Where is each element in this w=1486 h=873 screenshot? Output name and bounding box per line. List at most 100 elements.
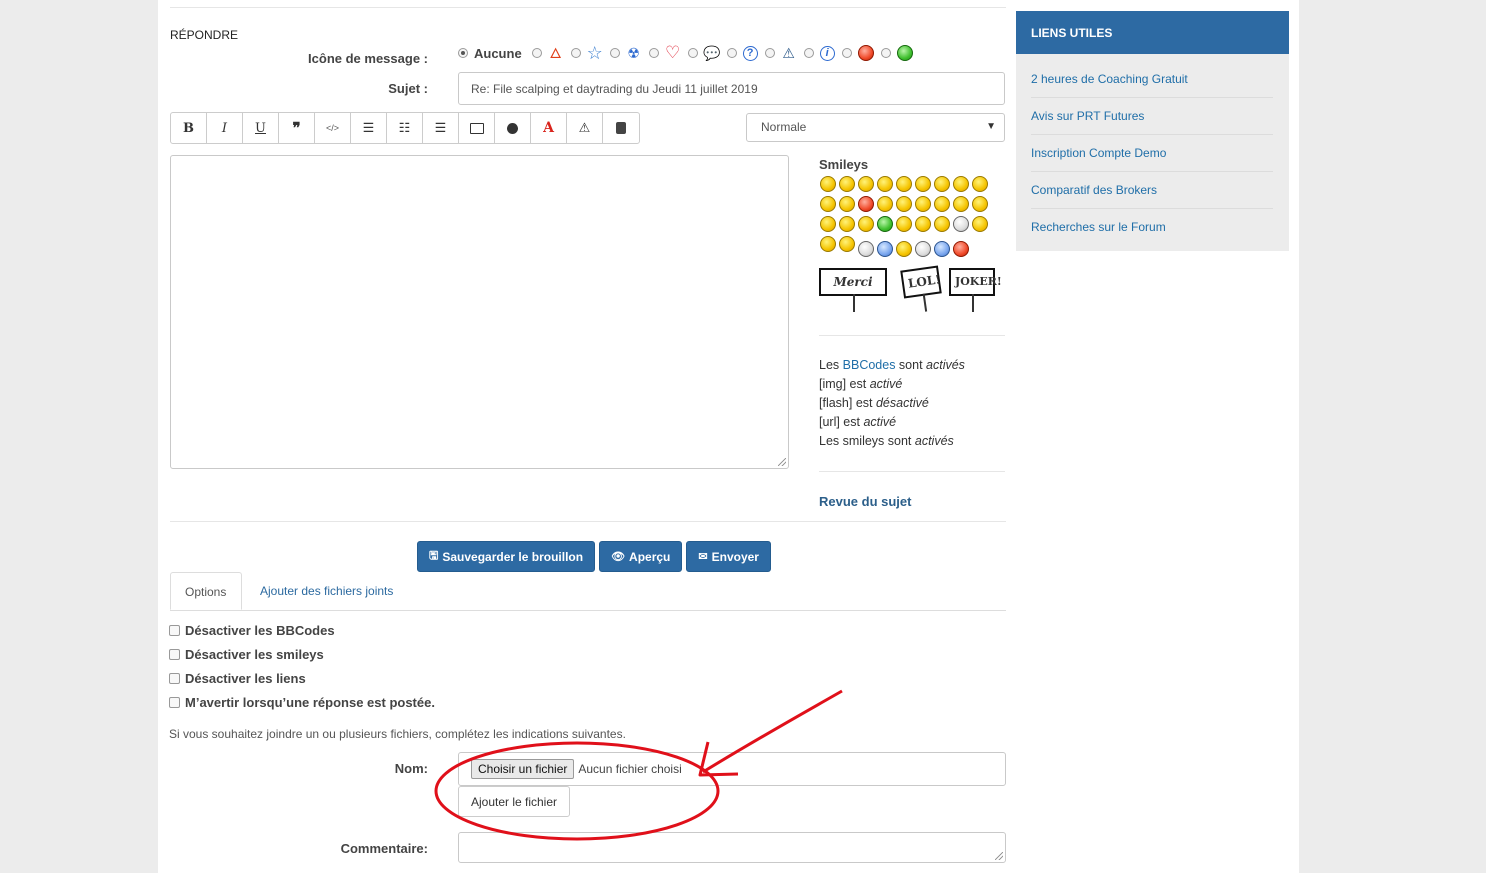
- smiley-icon[interactable]: [876, 241, 893, 257]
- warning-icon: ⚠: [782, 45, 795, 61]
- option-disable-bbcode[interactable]: Désactiver les BBCodes: [169, 623, 335, 638]
- code-button[interactable]: </>: [315, 113, 351, 143]
- file-input[interactable]: Choisir un fichier Aucun fichier choisi: [458, 752, 1006, 786]
- smiley-icon[interactable]: [819, 196, 836, 212]
- option-disable-smileys[interactable]: Désactiver les smileys: [169, 647, 324, 662]
- smiley-icon[interactable]: [838, 176, 855, 192]
- tab-options[interactable]: Options: [170, 572, 242, 610]
- bullet-list-button[interactable]: ☷: [387, 113, 423, 143]
- resize-grip-icon[interactable]: [778, 458, 786, 466]
- icon-radio-shocked[interactable]: [841, 48, 852, 58]
- url-status-text: [url] est: [819, 415, 864, 429]
- send-button[interactable]: ✉ Envoyer: [686, 541, 771, 572]
- image-button[interactable]: [459, 113, 495, 143]
- preview-button[interactable]: 👁 Aperçu: [599, 541, 683, 572]
- smiley-icon[interactable]: [914, 176, 931, 192]
- smiley-icon[interactable]: [933, 196, 950, 212]
- sidebar-link-brokers[interactable]: Comparatif des Brokers: [1031, 183, 1273, 209]
- underline-button[interactable]: U: [243, 113, 279, 143]
- icon-radio-info[interactable]: [803, 48, 814, 58]
- sign-lol[interactable]: LOL!: [900, 265, 942, 299]
- smiley-icon[interactable]: [895, 216, 912, 232]
- bbcode-status: Les BBCodes sont activés [img] est activ…: [819, 356, 965, 451]
- icon-radio-radioactive[interactable]: [609, 48, 620, 58]
- smiley-icon[interactable]: [876, 216, 893, 232]
- list-button[interactable]: ☰: [351, 113, 387, 143]
- smiley-icon[interactable]: [895, 241, 912, 257]
- smiley-icon[interactable]: [876, 176, 893, 192]
- icon-radio-speech[interactable]: [687, 48, 698, 58]
- smiley-icon[interactable]: [933, 216, 950, 232]
- checkbox[interactable]: [169, 673, 180, 684]
- choose-file-button[interactable]: Choisir un fichier: [471, 759, 575, 779]
- bbcodes-link[interactable]: BBCodes: [843, 358, 896, 372]
- icon-radio-question[interactable]: [726, 48, 737, 58]
- smiley-icon[interactable]: [876, 196, 893, 212]
- quote-button[interactable]: ❞: [279, 113, 315, 143]
- smiley-icon[interactable]: [914, 241, 931, 257]
- smiley-icon[interactable]: [857, 176, 874, 192]
- add-file-button[interactable]: Ajouter le fichier: [458, 786, 570, 817]
- checkbox[interactable]: [169, 625, 180, 636]
- sidebar-link-forum-search[interactable]: Recherches sur le Forum: [1031, 220, 1273, 245]
- smiley-icon[interactable]: [819, 216, 836, 232]
- message-icon-picker: Aucune 🜂 ☆ ☢ ♡ 💬 ? ⚠ i: [458, 43, 920, 63]
- checkbox[interactable]: [169, 697, 180, 708]
- smiley-icon[interactable]: [933, 176, 950, 192]
- smiley-icon[interactable]: [838, 216, 855, 232]
- font-size-select[interactable]: Normale ▼: [746, 113, 1005, 142]
- smiley-icon[interactable]: [952, 176, 969, 192]
- icon-radio-warning[interactable]: [764, 48, 775, 58]
- url-button[interactable]: [495, 113, 531, 143]
- comment-textarea[interactable]: [458, 832, 1006, 863]
- heart-icon: ♡: [665, 43, 681, 62]
- smiley-icon[interactable]: [952, 216, 969, 232]
- smiley-icon[interactable]: [895, 176, 912, 192]
- smiley-icon[interactable]: [857, 216, 874, 232]
- icon-radio-star[interactable]: [570, 48, 581, 58]
- icon-radio-fire[interactable]: [531, 48, 542, 58]
- smiley-icon[interactable]: [819, 176, 836, 192]
- resize-grip-icon[interactable]: [995, 852, 1003, 860]
- smiley-icon[interactable]: [933, 241, 950, 257]
- checkbox[interactable]: [169, 649, 180, 660]
- smiley-icon[interactable]: [914, 216, 931, 232]
- message-textarea[interactable]: [170, 155, 789, 469]
- sign-merci[interactable]: Merci: [819, 268, 887, 312]
- smiley-icon[interactable]: [914, 196, 931, 212]
- smiley-icon[interactable]: [838, 196, 855, 212]
- comment-label: Commentaire:: [340, 841, 428, 856]
- smiley-icon[interactable]: [857, 196, 874, 212]
- option-notify[interactable]: M’avertir lorsqu’une réponse est postée.: [169, 695, 435, 710]
- smiley-icon[interactable]: [895, 196, 912, 212]
- smiley-icon[interactable]: [819, 236, 836, 252]
- bold-button[interactable]: B: [171, 113, 207, 143]
- smiley-icon[interactable]: [971, 176, 988, 192]
- icon-radio-green[interactable]: [880, 48, 891, 58]
- smiley-icon[interactable]: [971, 196, 988, 212]
- option-disable-links[interactable]: Désactiver les liens: [169, 671, 306, 686]
- subject-input[interactable]: Re: File scalping et daytrading du Jeudi…: [458, 72, 1005, 105]
- color-button[interactable]: A: [531, 113, 567, 143]
- list-item-button[interactable]: ☰: [423, 113, 459, 143]
- sidebar-link-coaching[interactable]: 2 heures de Coaching Gratuit: [1031, 72, 1273, 98]
- sidebar-link-prt-futures[interactable]: Avis sur PRT Futures: [1031, 109, 1273, 135]
- save-draft-button[interactable]: 🖫 Sauvegarder le brouillon: [417, 541, 596, 572]
- smiley-icon[interactable]: [857, 241, 874, 257]
- smiley-icon[interactable]: [838, 236, 855, 252]
- smiley-icon[interactable]: [952, 241, 969, 257]
- preview-label: Aperçu: [629, 549, 671, 564]
- icon-radio-none[interactable]: [458, 48, 468, 58]
- bbcode-text: Les: [819, 358, 843, 372]
- icon-radio-heart[interactable]: [648, 48, 659, 58]
- sidebar-link-demo-account[interactable]: Inscription Compte Demo: [1031, 146, 1273, 172]
- sign-joker[interactable]: JOKER!: [949, 268, 1002, 312]
- youtube-button[interactable]: [603, 113, 639, 143]
- smiley-icon[interactable]: [971, 216, 988, 232]
- italic-button[interactable]: I: [207, 113, 243, 143]
- tab-attachments[interactable]: Ajouter des fichiers joints: [246, 572, 407, 610]
- smiley-icon[interactable]: [952, 196, 969, 212]
- warning-button[interactable]: ⚠: [567, 113, 603, 143]
- topic-review-link[interactable]: Revue du sujet: [819, 494, 911, 509]
- option-label: M’avertir lorsqu’une réponse est postée.: [185, 695, 435, 710]
